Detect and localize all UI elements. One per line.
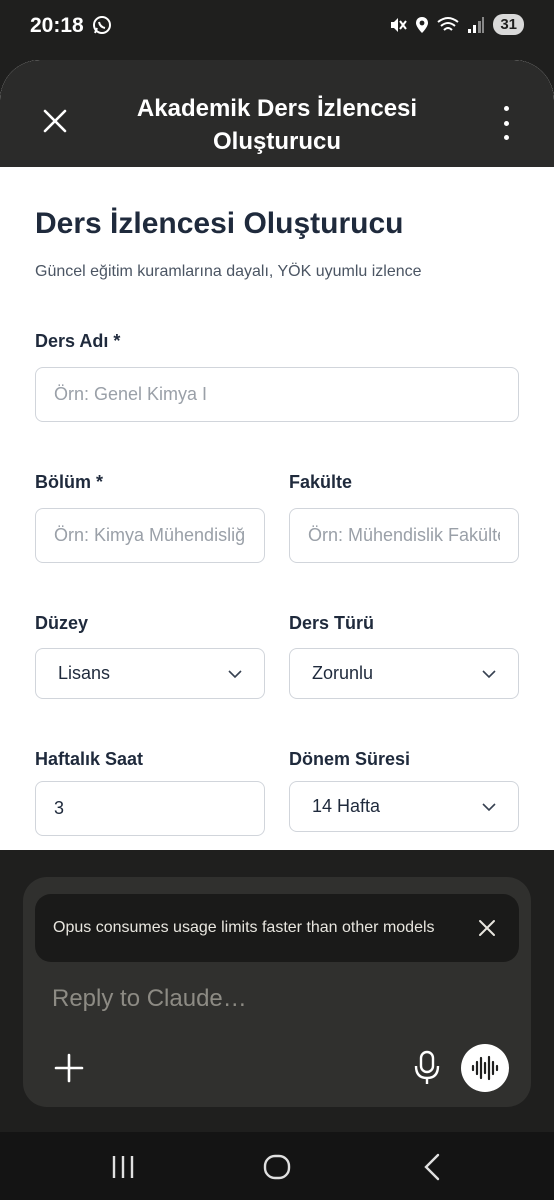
toast-text: Opus consumes usage limits faster than o… (53, 919, 435, 936)
battery-indicator: 31 (493, 14, 524, 35)
status-bar: 20:18 31 (0, 0, 554, 56)
weekly-hours-label: Haftalık Saat (35, 749, 144, 769)
department-faculty-row: Bölüm * Fakülte (35, 472, 519, 563)
course-type-select[interactable]: Zorunlu (289, 648, 519, 699)
term-length-select[interactable]: 14 Hafta (289, 781, 519, 832)
weekly-hours-input[interactable] (35, 781, 265, 836)
department-group: Bölüm * (35, 472, 265, 563)
department-label: Bölüm * (35, 472, 104, 492)
form-content: Ders İzlencesi Oluşturucu Güncel eğitim … (0, 167, 554, 836)
location-icon (416, 16, 429, 33)
usage-toast: Opus consumes usage limits faster than o… (35, 894, 519, 962)
recent-apps-icon[interactable] (108, 1152, 138, 1182)
microphone-icon[interactable] (413, 1050, 441, 1086)
course-type-selected-value: Zorunlu (312, 663, 374, 683)
term-length-group: Dönem Süresi 14 Hafta (289, 749, 519, 836)
faculty-input[interactable] (289, 508, 519, 563)
course-name-label: Ders Adı * (35, 331, 121, 351)
toast-close-icon[interactable] (477, 918, 497, 938)
page-subtitle: Güncel eğitim kuramlarına dayalı, YÖK uy… (35, 263, 422, 280)
more-options-button[interactable] (498, 106, 514, 140)
hours-term-row: Haftalık Saat Dönem Süresi 14 Hafta (35, 749, 519, 836)
home-icon[interactable] (262, 1152, 292, 1182)
whatsapp-icon (93, 16, 111, 34)
course-name-group: Ders Adı * (35, 331, 519, 422)
artifact-title: Akademik Ders İzlencesi Oluşturucu (136, 95, 418, 155)
waveform-icon (471, 1055, 499, 1081)
level-group: Düzey Lisans (35, 613, 265, 699)
faculty-label: Fakülte (289, 472, 353, 492)
faculty-group: Fakülte (289, 472, 519, 563)
level-type-row: Düzey Lisans Ders Türü Zorunlu (35, 613, 519, 699)
chevron-down-icon (482, 802, 496, 811)
artifact-sheet: Akademik Ders İzlencesi Oluşturucu Ders … (0, 60, 554, 850)
artifact-header: Akademik Ders İzlencesi Oluşturucu (0, 60, 554, 167)
course-type-label: Ders Türü (289, 613, 375, 633)
course-name-input[interactable] (35, 367, 519, 422)
voice-mode-button[interactable] (461, 1044, 509, 1092)
status-icons: 31 (389, 14, 524, 35)
status-time: 20:18 (30, 14, 84, 37)
signal-icon (468, 16, 485, 33)
wifi-icon (437, 16, 459, 31)
level-select[interactable]: Lisans (35, 648, 265, 699)
weekly-hours-group: Haftalık Saat (35, 749, 265, 836)
close-button[interactable] (36, 102, 74, 140)
chevron-down-icon (228, 669, 242, 678)
navigation-bar (0, 1132, 554, 1200)
chevron-down-icon (482, 669, 496, 678)
course-type-group: Ders Türü Zorunlu (289, 613, 519, 699)
reply-input[interactable] (52, 985, 492, 1013)
page-title: Ders İzlencesi Oluşturucu (35, 207, 404, 240)
add-attachment-icon[interactable] (53, 1052, 85, 1084)
term-length-selected-value: 14 Hafta (312, 796, 381, 816)
close-icon (43, 109, 67, 133)
department-input[interactable] (35, 508, 265, 563)
more-vertical-icon (503, 106, 509, 111)
composer: Opus consumes usage limits faster than o… (23, 877, 531, 1107)
mute-icon (391, 17, 408, 32)
level-label: Düzey (35, 613, 89, 633)
level-selected-value: Lisans (58, 663, 111, 683)
back-icon[interactable] (418, 1152, 448, 1182)
chat-area: Opus consumes usage limits faster than o… (0, 850, 554, 1132)
term-length-label: Dönem Süresi (289, 749, 411, 769)
